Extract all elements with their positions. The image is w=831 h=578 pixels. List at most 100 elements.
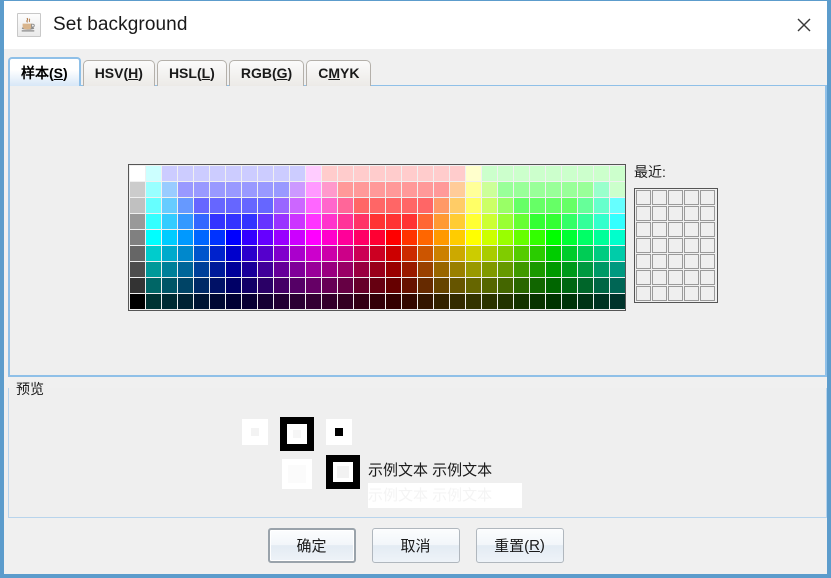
color-swatch[interactable]: [434, 198, 449, 213]
color-swatch[interactable]: [434, 230, 449, 245]
color-swatch[interactable]: [242, 294, 257, 309]
color-swatch[interactable]: [610, 166, 625, 181]
color-swatch[interactable]: [498, 182, 513, 197]
color-swatch[interactable]: [546, 214, 561, 229]
color-swatch[interactable]: [546, 278, 561, 293]
color-swatch[interactable]: [258, 198, 273, 213]
color-swatch[interactable]: [546, 198, 561, 213]
color-swatch[interactable]: [274, 198, 289, 213]
color-swatch[interactable]: [258, 230, 273, 245]
color-swatch[interactable]: [514, 246, 529, 261]
color-swatch[interactable]: [578, 246, 593, 261]
color-swatch[interactable]: [434, 262, 449, 277]
color-swatch[interactable]: [178, 262, 193, 277]
color-swatch[interactable]: [450, 230, 465, 245]
color-swatch[interactable]: [594, 182, 609, 197]
color-swatch[interactable]: [306, 182, 321, 197]
color-swatch[interactable]: [146, 278, 161, 293]
color-swatch[interactable]: [210, 166, 225, 181]
color-swatch[interactable]: [402, 230, 417, 245]
color-swatch[interactable]: [594, 278, 609, 293]
color-swatch[interactable]: [306, 230, 321, 245]
color-swatch[interactable]: [482, 166, 497, 181]
color-swatch[interactable]: [386, 294, 401, 309]
color-swatch[interactable]: [162, 262, 177, 277]
color-swatch[interactable]: [466, 294, 481, 309]
recent-color-swatch[interactable]: [636, 190, 651, 205]
color-swatch[interactable]: [594, 262, 609, 277]
color-swatch[interactable]: [594, 214, 609, 229]
color-swatch[interactable]: [210, 198, 225, 213]
color-swatch[interactable]: [418, 166, 433, 181]
color-swatch[interactable]: [338, 294, 353, 309]
color-swatch[interactable]: [610, 214, 625, 229]
recent-color-swatch[interactable]: [700, 222, 715, 237]
color-swatch[interactable]: [434, 214, 449, 229]
color-swatch[interactable]: [130, 294, 145, 309]
color-swatch[interactable]: [482, 214, 497, 229]
color-swatch[interactable]: [162, 246, 177, 261]
color-swatch[interactable]: [258, 262, 273, 277]
color-swatch[interactable]: [610, 198, 625, 213]
color-swatch[interactable]: [338, 198, 353, 213]
color-swatch[interactable]: [514, 294, 529, 309]
color-swatch[interactable]: [530, 198, 545, 213]
color-swatch[interactable]: [354, 246, 369, 261]
color-swatch[interactable]: [274, 230, 289, 245]
recent-color-swatch[interactable]: [668, 286, 683, 301]
color-swatch[interactable]: [338, 246, 353, 261]
color-swatch[interactable]: [546, 246, 561, 261]
color-swatch[interactable]: [610, 182, 625, 197]
color-swatch[interactable]: [162, 214, 177, 229]
color-swatch[interactable]: [338, 262, 353, 277]
color-swatch[interactable]: [338, 166, 353, 181]
color-swatch[interactable]: [434, 278, 449, 293]
color-swatch[interactable]: [178, 182, 193, 197]
color-swatch[interactable]: [274, 214, 289, 229]
recent-color-swatch[interactable]: [636, 270, 651, 285]
recent-color-swatch[interactable]: [652, 190, 667, 205]
color-swatch[interactable]: [370, 246, 385, 261]
color-swatch[interactable]: [354, 198, 369, 213]
color-swatch[interactable]: [514, 198, 529, 213]
color-swatch[interactable]: [578, 182, 593, 197]
color-swatch[interactable]: [498, 294, 513, 309]
color-swatch[interactable]: [242, 230, 257, 245]
color-swatch[interactable]: [130, 182, 145, 197]
color-swatch[interactable]: [578, 214, 593, 229]
color-swatch[interactable]: [290, 230, 305, 245]
recent-color-swatch[interactable]: [652, 238, 667, 253]
color-swatch[interactable]: [498, 166, 513, 181]
color-swatch[interactable]: [242, 278, 257, 293]
color-swatch[interactable]: [578, 262, 593, 277]
color-swatch[interactable]: [594, 246, 609, 261]
color-swatch[interactable]: [306, 246, 321, 261]
color-swatch[interactable]: [498, 214, 513, 229]
color-swatch[interactable]: [146, 262, 161, 277]
color-swatch[interactable]: [210, 246, 225, 261]
color-swatch[interactable]: [338, 278, 353, 293]
color-swatch[interactable]: [402, 262, 417, 277]
color-swatch[interactable]: [338, 214, 353, 229]
color-swatch[interactable]: [162, 294, 177, 309]
color-swatch[interactable]: [402, 198, 417, 213]
color-swatch[interactable]: [530, 230, 545, 245]
color-swatch[interactable]: [386, 182, 401, 197]
color-swatch[interactable]: [242, 166, 257, 181]
color-swatch[interactable]: [226, 230, 241, 245]
color-swatch[interactable]: [370, 230, 385, 245]
color-swatch[interactable]: [482, 246, 497, 261]
color-swatch[interactable]: [402, 294, 417, 309]
color-swatch[interactable]: [610, 262, 625, 277]
tab-hsv[interactable]: HSV(H): [82, 60, 155, 86]
color-swatch[interactable]: [546, 230, 561, 245]
reset-button[interactable]: 重置(R): [475, 528, 564, 563]
color-swatch[interactable]: [386, 230, 401, 245]
color-swatch[interactable]: [178, 198, 193, 213]
color-swatch[interactable]: [258, 294, 273, 309]
color-swatch[interactable]: [306, 198, 321, 213]
color-swatch[interactable]: [418, 182, 433, 197]
color-swatch[interactable]: [562, 214, 577, 229]
color-swatch[interactable]: [306, 262, 321, 277]
color-swatch[interactable]: [210, 182, 225, 197]
